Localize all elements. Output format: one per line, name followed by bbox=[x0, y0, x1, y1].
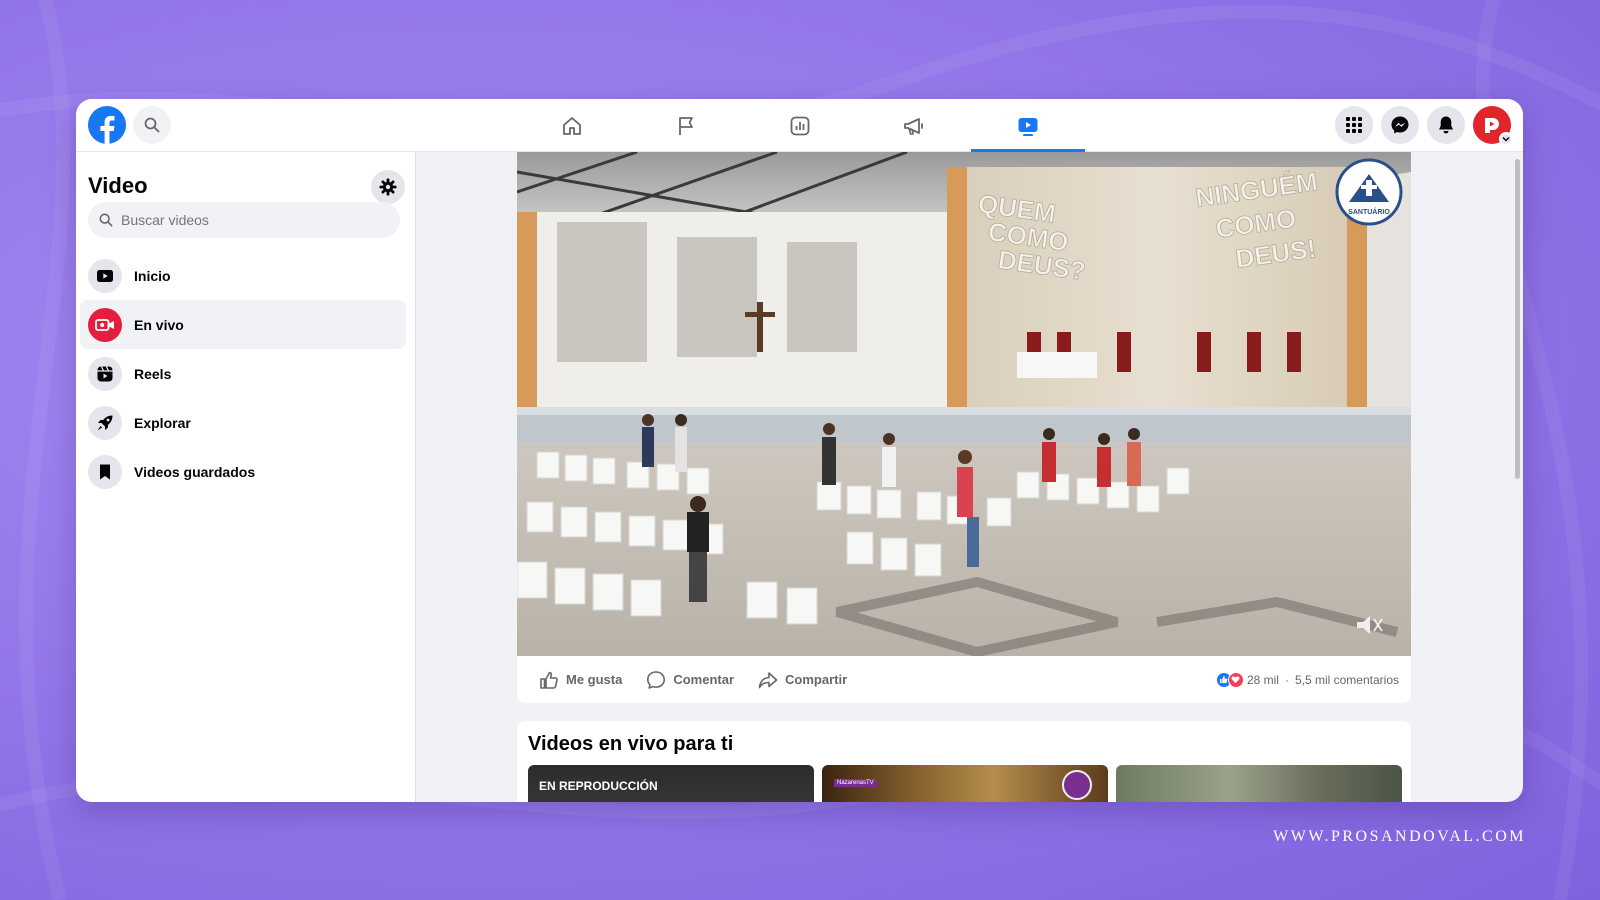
scrollbar[interactable] bbox=[1515, 159, 1520, 479]
profile-avatar[interactable] bbox=[1473, 106, 1513, 146]
video-action-bar: Me gusta Comentar Compartir 28 mil · 5,5… bbox=[517, 656, 1411, 703]
home-icon bbox=[563, 116, 581, 135]
reels-icon bbox=[97, 365, 113, 381]
comment-button[interactable]: Comentar bbox=[646, 670, 734, 690]
share-label: Compartir bbox=[785, 672, 848, 687]
facebook-logo-icon[interactable] bbox=[88, 106, 126, 144]
sidebar-item-explorar[interactable]: Explorar bbox=[80, 398, 406, 447]
love-reaction-icon bbox=[1227, 671, 1244, 688]
like-button[interactable]: Me gusta bbox=[539, 670, 622, 690]
svg-text:SANTUÁRIO: SANTUÁRIO bbox=[1348, 207, 1390, 216]
channel-logo-icon bbox=[1062, 770, 1092, 800]
tab-ads[interactable] bbox=[857, 99, 971, 152]
sidebar-title: Video bbox=[88, 173, 148, 198]
sidebar-item-reels[interactable]: Reels bbox=[80, 349, 406, 398]
messenger-icon bbox=[1391, 116, 1409, 134]
sidebar-menu: Inicio En vivo Reels Explorar Videos gua… bbox=[80, 251, 406, 496]
header-actions bbox=[1335, 106, 1513, 146]
live-thumbnail[interactable] bbox=[1116, 765, 1402, 802]
reaction-icons bbox=[1215, 671, 1244, 688]
share-icon bbox=[758, 671, 778, 688]
tab-home[interactable] bbox=[515, 99, 629, 152]
tab-pages[interactable] bbox=[629, 99, 743, 152]
search-icon bbox=[99, 213, 113, 227]
menu-button[interactable] bbox=[1335, 106, 1373, 144]
sidebar-item-videos-guardados[interactable]: Videos guardados bbox=[80, 447, 406, 496]
comment-icon bbox=[647, 670, 666, 689]
search-button[interactable] bbox=[133, 106, 171, 144]
menu-grid-icon bbox=[1346, 117, 1362, 133]
settings-button[interactable] bbox=[371, 170, 405, 204]
video-sidebar: Video Buscar videos Inicio En vivo Reels… bbox=[76, 152, 416, 802]
video-search-input[interactable] bbox=[121, 212, 381, 228]
gear-icon bbox=[379, 178, 397, 196]
live-thumbnails: EN REPRODUCCIÓN NazarenasTV bbox=[528, 765, 1402, 802]
watermark: WWW.PROSANDOVAL.COM bbox=[1273, 828, 1526, 845]
now-playing-badge: EN REPRODUCCIÓN bbox=[539, 779, 658, 793]
bell-icon bbox=[1439, 116, 1453, 134]
section-title: Videos en vivo para ti bbox=[528, 733, 734, 755]
sidebar-item-label: Explorar bbox=[134, 414, 191, 431]
channel-tag: NazarenasTV bbox=[834, 779, 877, 787]
sidebar-item-label: Reels bbox=[134, 365, 172, 382]
reaction-count: 28 mil bbox=[1246, 672, 1279, 687]
comment-label: Comentar bbox=[673, 672, 735, 687]
sidebar-item-label: Inicio bbox=[134, 267, 171, 284]
megaphone-icon bbox=[904, 117, 923, 135]
sidebar-item-inicio[interactable]: Inicio bbox=[80, 251, 406, 300]
live-thumbnail[interactable]: EN REPRODUCCIÓN bbox=[528, 765, 814, 802]
video-frame: QUEM COMO DEUS? NINGUÉM COMO DEUS! SANTU… bbox=[517, 152, 1411, 656]
messenger-button[interactable] bbox=[1381, 106, 1419, 144]
thumbs-up-icon bbox=[540, 671, 558, 689]
sidebar-header: Video bbox=[88, 164, 405, 204]
flag-icon bbox=[679, 116, 693, 135]
main-nav-tabs bbox=[515, 99, 1085, 152]
insights-icon bbox=[790, 116, 810, 135]
notifications-button[interactable] bbox=[1427, 106, 1465, 144]
top-navigation-bar bbox=[76, 99, 1523, 152]
like-label: Me gusta bbox=[566, 672, 623, 687]
sidebar-item-en-vivo[interactable]: En vivo bbox=[80, 300, 406, 349]
separator-dot: · bbox=[1284, 672, 1289, 687]
share-button[interactable]: Compartir bbox=[758, 670, 847, 690]
live-videos-section: Videos en vivo para ti EN REPRODUCCIÓN N… bbox=[517, 721, 1411, 802]
video-icon bbox=[1018, 117, 1038, 136]
video-play-icon bbox=[97, 269, 113, 282]
tab-video[interactable] bbox=[971, 99, 1085, 152]
browser-window: Video Buscar videos Inicio En vivo Reels… bbox=[76, 99, 1523, 802]
search-icon bbox=[144, 117, 160, 133]
reaction-summary[interactable]: 28 mil · 5,5 mil comentarios bbox=[1215, 656, 1399, 703]
live-video-player[interactable]: QUEM COMO DEUS? NINGUÉM COMO DEUS! SANTU… bbox=[517, 152, 1411, 656]
rocket-icon bbox=[97, 415, 113, 430]
live-camera-icon bbox=[95, 318, 114, 331]
sidebar-item-label: En vivo bbox=[134, 316, 184, 333]
tab-insights[interactable] bbox=[743, 99, 857, 152]
bookmark-icon bbox=[100, 464, 110, 479]
video-search-box[interactable] bbox=[88, 202, 400, 238]
main-content: QUEM COMO DEUS? NINGUÉM COMO DEUS! SANTU… bbox=[416, 152, 1523, 802]
sidebar-item-label: Videos guardados bbox=[134, 463, 256, 480]
comment-count[interactable]: 5,5 mil comentarios bbox=[1295, 673, 1399, 687]
live-thumbnail[interactable]: NazarenasTV bbox=[822, 765, 1108, 802]
chevron-down-icon[interactable] bbox=[1499, 132, 1513, 146]
